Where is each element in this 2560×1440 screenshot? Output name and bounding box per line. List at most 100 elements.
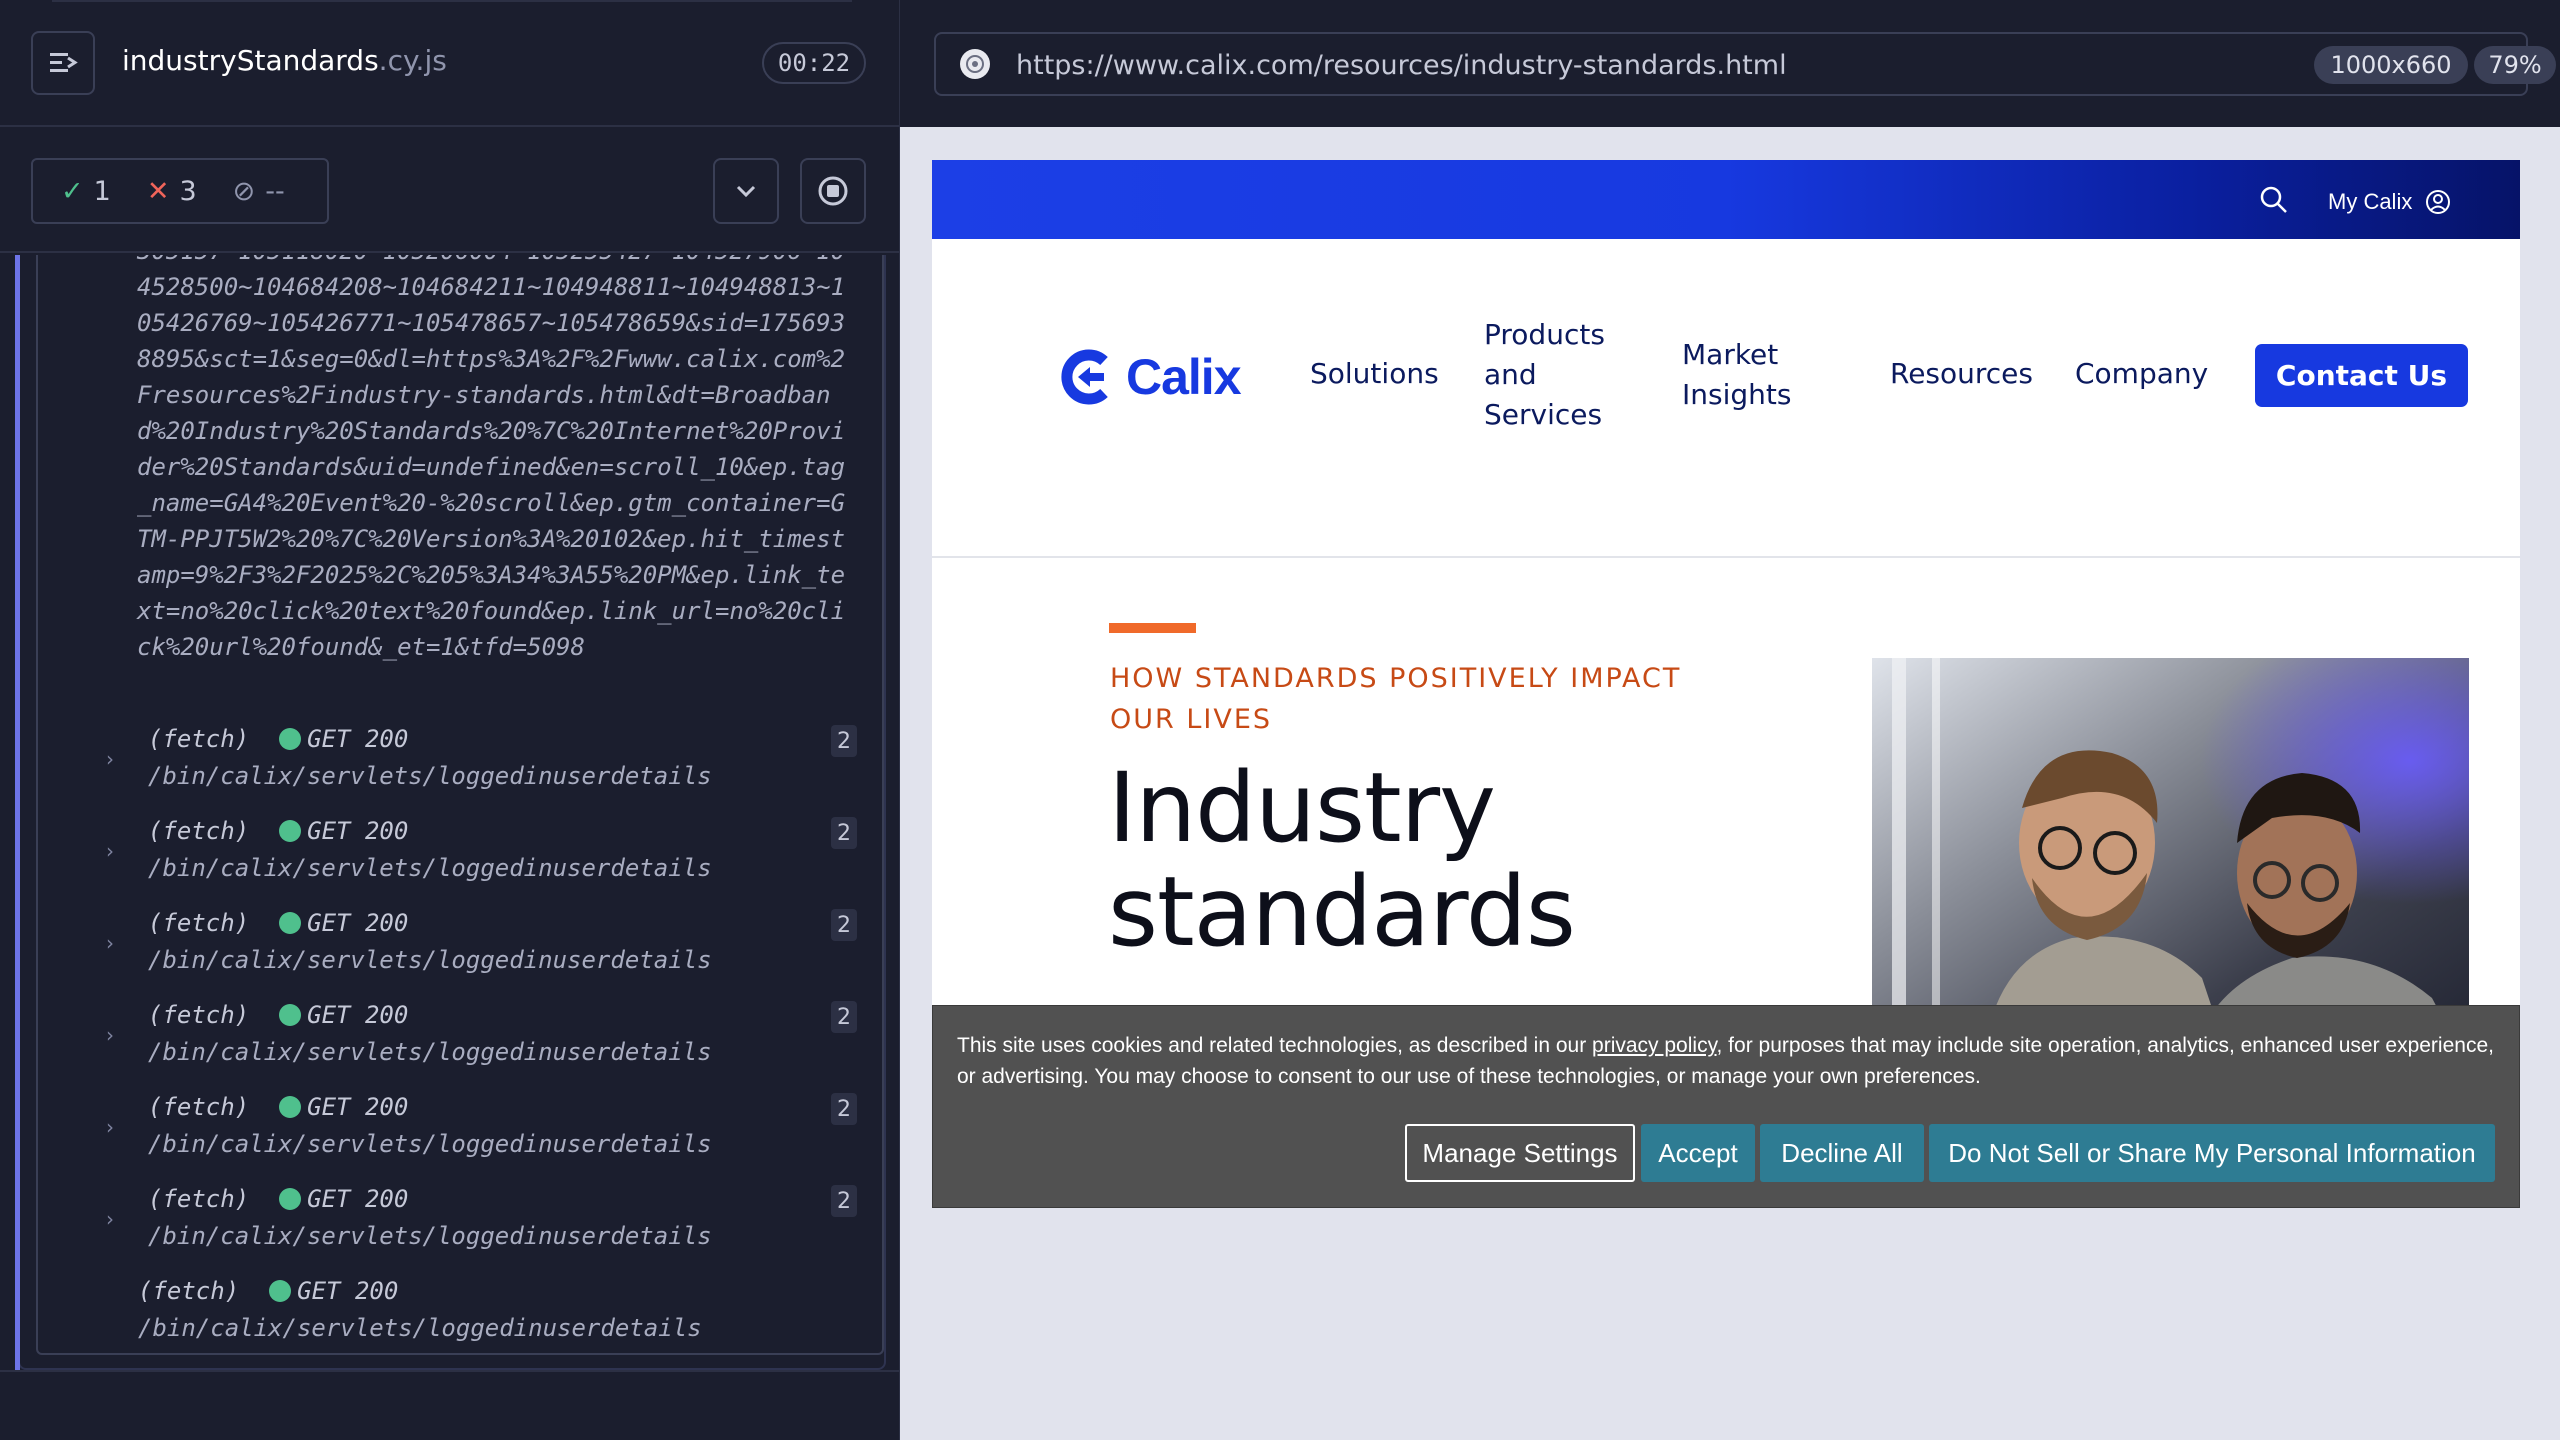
command-path: /bin/calix/servlets/loggedinuserdetails xyxy=(148,1130,712,1158)
cookie-text-before: This site uses cookies and related techn… xyxy=(957,1034,1593,1057)
url-bar[interactable]: https://www.calix.com/resources/industry… xyxy=(934,32,2556,96)
command-status: GET 200 xyxy=(297,1277,399,1305)
status-dot xyxy=(279,1096,302,1118)
nav-products-and-services[interactable]: Products and Services xyxy=(1484,315,1605,435)
command-row[interactable]: (fetch) GET 200 /bin/calix/servlets/logge… xyxy=(98,1277,858,1369)
active-test-indicator xyxy=(15,255,20,1370)
decline-all-button[interactable]: Decline All xyxy=(1760,1124,1924,1182)
command-row[interactable]: › (fetch) GET 200 /bin/calix/servlets/log… xyxy=(98,725,858,817)
do-not-sell-button[interactable]: Do Not Sell or Share My Personal Informa… xyxy=(1929,1124,2495,1182)
command-path: /bin/calix/servlets/loggedinuserdetails xyxy=(148,946,712,974)
command-row[interactable]: › (fetch) GET 200 /bin/calix/servlets/log… xyxy=(98,909,858,1001)
failed-stat: ✕ 3 xyxy=(147,176,197,207)
stats-bar: ✓ 1 ✕ 3 ⊘ -- xyxy=(0,127,899,253)
count-badge: 2 xyxy=(831,817,857,849)
status-dot xyxy=(279,820,302,842)
cookie-banner: This site uses cookies and related techn… xyxy=(932,1005,2520,1208)
app-preview: https://www.calix.com/resources/industry… xyxy=(900,0,2560,1440)
test-stats[interactable]: ✓ 1 ✕ 3 ⊘ -- xyxy=(31,158,329,224)
pending-stat: ⊘ -- xyxy=(233,176,285,207)
crosshair-icon xyxy=(966,55,984,73)
command-status: GET 200 xyxy=(307,817,409,845)
utility-bar: My Calix xyxy=(932,160,2520,239)
zoom-badge[interactable]: 79% xyxy=(2474,46,2556,84)
command-row[interactable]: › (fetch) GET 200 /bin/calix/servlets/log… xyxy=(98,1185,858,1277)
command-status: GET 200 xyxy=(307,1185,409,1213)
passed-stat: ✓ 1 xyxy=(61,176,111,207)
nav-label-line: Market xyxy=(1682,338,1779,371)
count-badge: 2 xyxy=(831,1001,857,1033)
count-badge: 2 xyxy=(831,725,857,757)
x-icon: ✕ xyxy=(146,175,170,207)
command-status: GET 200 xyxy=(307,1001,409,1029)
command-path: /bin/calix/servlets/loggedinuserdetails xyxy=(148,1038,712,1066)
preview-header: https://www.calix.com/resources/industry… xyxy=(900,0,2560,127)
nav-market-insights[interactable]: Market Insights xyxy=(1682,335,1791,415)
command-type: (fetch) xyxy=(148,1185,250,1213)
passed-count: 1 xyxy=(93,175,111,207)
selector-playground-icon[interactable] xyxy=(960,49,990,79)
command-type: (fetch) xyxy=(138,1277,240,1305)
command-path: /bin/calix/servlets/loggedinuserdetails xyxy=(148,762,712,790)
cypress-reporter: industryStandards.cy.js 00:22 ✓ 1 ✕ 3 ⊘ … xyxy=(0,0,899,1440)
command-row[interactable]: › (fetch) GET 200 /bin/calix/servlets/log… xyxy=(98,1093,858,1185)
accept-button[interactable]: Accept xyxy=(1641,1124,1755,1182)
nav-label-line: Products xyxy=(1484,318,1605,351)
status-dot xyxy=(279,1004,302,1026)
main-navigation: Calix Solutions Products and Services Ma… xyxy=(932,239,2520,559)
status-dot xyxy=(279,728,302,750)
spec-title: industryStandards.cy.js xyxy=(122,44,447,77)
stop-button[interactable] xyxy=(800,158,866,224)
nav-label-line: Services xyxy=(1484,398,1603,431)
command-type: (fetch) xyxy=(148,1093,250,1121)
command-path: /bin/calix/servlets/loggedinuserdetails xyxy=(138,1314,702,1342)
stop-icon xyxy=(818,176,848,206)
chevron-down-icon xyxy=(736,185,756,198)
chevron-right-icon: › xyxy=(106,1023,114,1047)
command-type: (fetch) xyxy=(148,909,250,937)
viewport-size-badge[interactable]: 1000x660 xyxy=(2314,46,2468,84)
nav-divider xyxy=(932,556,2520,558)
my-calix-link[interactable]: My Calix xyxy=(2328,188,2452,216)
status-dot xyxy=(279,912,302,934)
count-badge: 2 xyxy=(831,1093,857,1125)
calix-logo[interactable]: Calix xyxy=(1058,347,1242,407)
spec-header: industryStandards.cy.js 00:22 xyxy=(0,0,899,127)
pending-icon: ⊘ xyxy=(232,175,256,207)
active-nav-indicator xyxy=(1109,623,1196,633)
nav-label-line: and xyxy=(1484,358,1537,391)
contact-us-button[interactable]: Contact Us xyxy=(2255,344,2468,407)
user-icon xyxy=(2426,190,2451,214)
command-path: /bin/calix/servlets/loggedinuserdetails xyxy=(148,1222,712,1250)
command-type: (fetch) xyxy=(148,1001,250,1029)
run-timer: 00:22 xyxy=(762,42,866,84)
command-status: GET 200 xyxy=(307,1093,409,1121)
nav-resources[interactable]: Resources xyxy=(1890,354,2033,394)
pending-count: -- xyxy=(265,175,285,207)
command-log[interactable]: 305157~105118020~105206004~105255427~104… xyxy=(0,255,899,1370)
command-row[interactable]: › (fetch) GET 200 /bin/calix/servlets/log… xyxy=(98,817,858,909)
chevron-right-icon: › xyxy=(106,931,114,955)
nav-company[interactable]: Company xyxy=(2075,354,2208,394)
failed-count: 3 xyxy=(179,175,197,207)
nav-solutions[interactable]: Solutions xyxy=(1310,354,1439,394)
calix-logo-text: Calix xyxy=(1126,349,1242,405)
hero-title-line: Industry xyxy=(1108,752,1496,864)
manage-settings-button[interactable]: Manage Settings xyxy=(1405,1124,1635,1182)
command-row[interactable]: › (fetch) GET 200 /bin/calix/servlets/log… xyxy=(98,1001,858,1093)
chevron-right-icon: › xyxy=(106,1207,114,1231)
search-button[interactable] xyxy=(2258,184,2290,220)
chevron-right-icon: › xyxy=(106,1115,114,1139)
chevron-right-icon: › xyxy=(106,747,114,771)
count-badge: 2 xyxy=(831,1185,857,1217)
privacy-policy-link[interactable]: privacy policy xyxy=(1592,1034,1716,1057)
command-type: (fetch) xyxy=(148,725,250,753)
request-url-text: 305157~105118020~105206004~105255427~104… xyxy=(137,255,846,661)
status-dot xyxy=(269,1280,292,1302)
cookie-message: This site uses cookies and related techn… xyxy=(957,1030,2497,1092)
calix-logo-icon xyxy=(1061,349,1108,405)
my-calix-label: My Calix xyxy=(2328,189,2413,214)
collapse-all-button[interactable] xyxy=(713,158,779,224)
spec-extension: .cy.js xyxy=(378,44,447,77)
specs-menu-button[interactable] xyxy=(31,31,95,95)
